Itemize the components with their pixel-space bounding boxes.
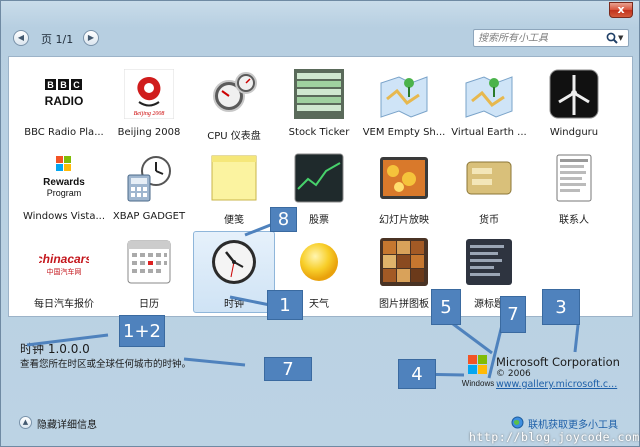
picture-puzzle-icon (380, 238, 428, 286)
globe-icon (511, 416, 524, 429)
gadget-label: Windguru (549, 127, 599, 138)
currency-icon (466, 161, 512, 195)
hide-details-label: 隐藏详细信息 (37, 420, 97, 431)
weather-icon (300, 243, 338, 281)
xbap-gadget-icon (127, 156, 171, 202)
watermark-text: http://blog.joycode.com (469, 430, 640, 444)
chinacars-logo-text: chinacars (39, 252, 89, 266)
gadget-tile-currency[interactable]: 货币 (446, 149, 532, 229)
gadget-label: 货币 (479, 215, 499, 226)
svg-text:B: B (60, 80, 67, 90)
callout-7-publisher: 7 (500, 296, 526, 333)
callout-3: 3 (542, 289, 580, 325)
bbc-radio-text: RADIO (45, 94, 84, 108)
gadget-label: 幻灯片放映 (379, 215, 429, 226)
gadget-label: 时钟 (224, 299, 244, 310)
gadget-label: Stock Ticker (288, 127, 350, 138)
callout-4: 5 (431, 289, 461, 325)
chevron-right-icon: ▶ (87, 33, 95, 42)
gadget-tile-windguru[interactable]: Windguru (531, 65, 617, 145)
beijing-2008-text: Beijing 2008 (134, 111, 165, 117)
publisher-name: Microsoft Corporation (496, 355, 620, 369)
callout-7-description: 7 (264, 357, 312, 381)
callout-8: 8 (270, 207, 297, 232)
program-text: Program (47, 188, 82, 198)
gadget-tile-xbap-gadget[interactable]: XBAP GADGET (106, 149, 192, 229)
chinacars-sub-text: 中国汽车网 (47, 267, 82, 276)
gadget-tile-stock-ticker[interactable]: Stock Ticker (276, 65, 362, 145)
windows-rewards-icon: Rewards Program (43, 156, 85, 198)
gadget-label: VEM Empty Sh... (362, 127, 446, 138)
gadget-tile-clock[interactable]: 时钟 (191, 231, 277, 313)
gallery-link[interactable]: www.gallery.microsoft.c... (496, 379, 617, 390)
beijing-2008-icon: Beijing 2008 (124, 69, 174, 119)
page-indicator: 页 1/1 (41, 33, 74, 46)
gadget-tile-beijing-2008[interactable]: Beijing 2008 Beijing 2008 (106, 65, 192, 145)
clock-icon (212, 240, 256, 284)
get-more-gadgets-label: 联机获取更多小工具 (528, 420, 618, 431)
callout-1-plus-2: 1+2 (119, 315, 165, 347)
callout-5: 4 (398, 359, 436, 389)
vem-map-icon (380, 76, 428, 118)
gadget-label: 每日汽车报价 (34, 299, 94, 310)
gadget-label: Beijing 2008 (117, 127, 181, 138)
contacts-icon (556, 154, 592, 202)
stock-ticker-icon (294, 69, 344, 119)
search-input[interactable] (478, 32, 604, 45)
stocks-icon (294, 153, 344, 203)
gadget-tile-slideshow[interactable]: 幻灯片放映 (361, 149, 447, 229)
gadget-label: CPU 仪表盘 (207, 131, 261, 142)
gadget-label: Windows Vista... (22, 211, 105, 222)
gadget-gallery-window: x ◀ 页 1/1 ▶ ▼ B B C RADIO BBC Radio Pla.… (0, 0, 640, 447)
copyright-text: © 2006 (496, 369, 531, 379)
windows-logo-text: Windows (462, 379, 494, 388)
windguru-icon (549, 69, 599, 119)
calendar-icon (127, 240, 171, 284)
gadget-label: 日历 (139, 299, 159, 310)
gadget-label: Virtual Earth ... (451, 127, 527, 138)
rewards-text: Rewards (43, 177, 85, 188)
chinacars-icon: chinacars 中国汽车网 (39, 252, 89, 276)
gadget-details-title: 时钟 1.0.0.0 (20, 342, 90, 356)
slideshow-icon (380, 157, 428, 199)
bbc-radio-icon: B B C RADIO (45, 79, 84, 108)
svg-text:C: C (73, 80, 80, 90)
svg-text:B: B (47, 80, 54, 90)
gadget-tile-virtual-earth[interactable]: Virtual Earth ... (446, 65, 532, 145)
gadget-tile-cpu-meter[interactable]: CPU 仪表盘 (191, 65, 277, 145)
callout-1: 1 (267, 290, 303, 320)
gadget-tile-vem-empty-shell[interactable]: VEM Empty Sh... (361, 65, 447, 145)
gadget-tile-contacts[interactable]: 联系人 (531, 149, 617, 229)
gadget-tile-chinacars[interactable]: chinacars 中国汽车网 每日汽车报价 (21, 233, 107, 313)
previous-page-button[interactable]: ◀ (13, 30, 29, 46)
close-button[interactable]: x (609, 2, 633, 18)
chevron-left-icon: ◀ (17, 33, 25, 42)
gadget-label: 联系人 (559, 215, 589, 226)
gadget-label: BBC Radio Pla... (24, 127, 104, 138)
gadget-grid: B B C RADIO BBC Radio Pla... Beijing 200… (8, 56, 633, 317)
notes-icon (211, 155, 257, 201)
gadget-details-description: 查看您所在时区或全球任何城市的时钟。 (20, 359, 192, 370)
search-options-icon[interactable]: ▼ (618, 31, 623, 45)
virtual-earth-icon (465, 76, 513, 118)
search-icon[interactable] (605, 31, 619, 45)
gadget-label: XBAP GADGET (112, 211, 186, 222)
windows-logo-icon: Windows (462, 355, 494, 388)
gadget-tile-bbc-radio[interactable]: B B C RADIO BBC Radio Pla... (21, 65, 107, 145)
next-page-button[interactable]: ▶ (83, 30, 99, 46)
search-box: ▼ (473, 29, 629, 47)
gadget-tile-windows-vista-rewards[interactable]: Rewards Program Windows Vista... (21, 149, 107, 229)
gadget-label: 便笺 (224, 215, 244, 226)
chevron-up-icon: ▲ (19, 416, 32, 429)
feed-headlines-icon (466, 239, 512, 285)
gadget-tile-calendar[interactable]: 日历 (106, 233, 192, 313)
cpu-meter-icon (213, 72, 257, 112)
gadget-tile-notes[interactable]: 便笺 (191, 149, 277, 229)
